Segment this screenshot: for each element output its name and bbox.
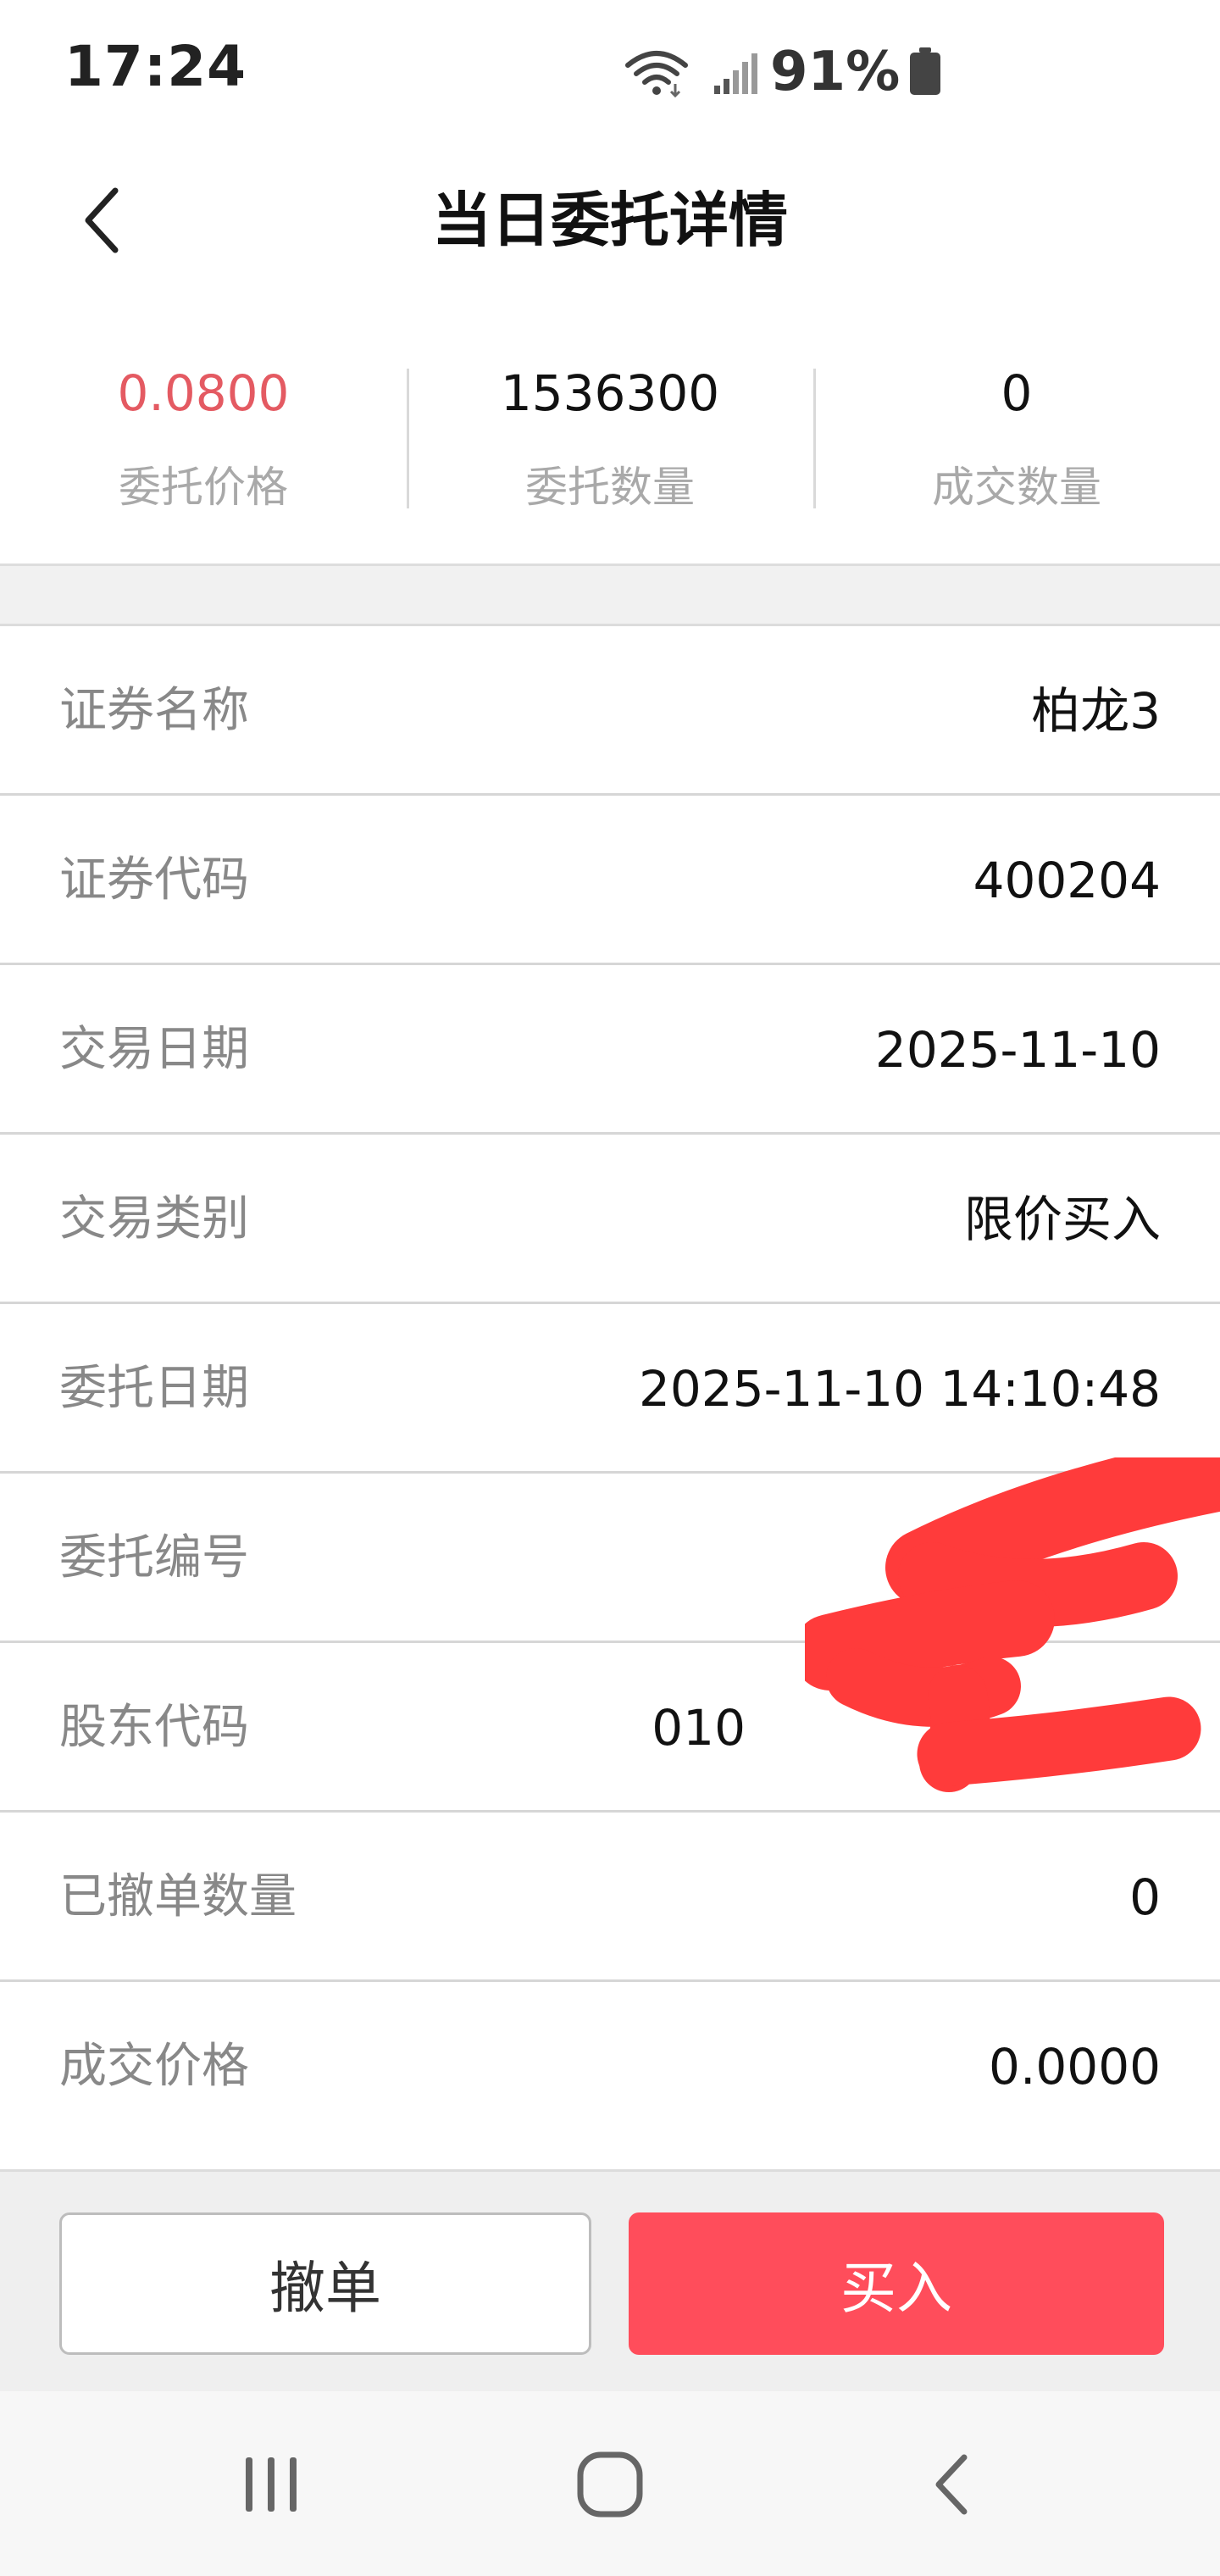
- home-button[interactable]: [551, 2434, 669, 2535]
- detail-label: 股东代码: [59, 1700, 249, 1755]
- cancel-order-button[interactable]: 撤单: [59, 2212, 591, 2355]
- home-icon: [577, 2451, 643, 2518]
- detail-value: 400204: [973, 852, 1161, 909]
- summary-order-price: 0.0800 委托价格: [0, 292, 407, 564]
- summary-filled-quantity: 0 成交数量: [813, 292, 1220, 564]
- detail-value: 010: [652, 1699, 746, 1757]
- system-nav-bar: [0, 2391, 1220, 2576]
- nav-bar: 当日委托详情: [0, 144, 1220, 292]
- buy-button[interactable]: 买入: [629, 2212, 1164, 2355]
- detail-label: 交易日期: [59, 1022, 249, 1077]
- system-back-button[interactable]: [893, 2434, 1012, 2535]
- detail-value: 0: [1129, 1868, 1161, 1926]
- section-divider: [0, 566, 1220, 626]
- status-time: 17:24: [64, 34, 247, 99]
- detail-value: 限价买入: [963, 1191, 1161, 1248]
- summary-value: 0: [1001, 364, 1033, 422]
- detail-list: 证券名称 柏龙3 证券代码 400204 交易日期 2025-11-10 交易类…: [0, 626, 1220, 2151]
- recents-icon: [246, 2457, 297, 2512]
- detail-value: 柏龙3: [1031, 682, 1161, 740]
- detail-label: 证券代码: [59, 852, 249, 908]
- summary-label: 成交数量: [932, 463, 1101, 512]
- detail-row-trade-type: 交易类别 限价买入: [0, 1135, 1220, 1304]
- detail-label: 委托日期: [59, 1361, 249, 1416]
- detail-label: 委托编号: [59, 1530, 249, 1585]
- summary-label: 委托价格: [119, 463, 288, 512]
- detail-row-cancelled-quantity: 已撤单数量 0: [0, 1813, 1220, 1982]
- summary-value: 0.0800: [117, 364, 290, 422]
- status-bar: 17:24 91%: [0, 0, 1220, 144]
- detail-row-order-datetime: 委托日期 2025-11-10 14:10:48: [0, 1304, 1220, 1474]
- summary-value: 1536300: [500, 364, 720, 422]
- battery-icon: [910, 47, 941, 95]
- detail-row-fill-price: 成交价格 0.0000: [0, 1982, 1220, 2151]
- detail-label: 交易类别: [59, 1191, 249, 1246]
- detail-row-trade-date: 交易日期 2025-11-10: [0, 965, 1220, 1135]
- battery-percent: 91%: [770, 41, 901, 103]
- detail-label: 成交价格: [59, 2039, 249, 2094]
- detail-row-order-number: 委托编号: [0, 1474, 1220, 1643]
- system-back-icon: [935, 2454, 968, 2515]
- summary-label: 委托数量: [525, 463, 695, 512]
- detail-value: 0.0000: [989, 2038, 1161, 2096]
- status-indicators: 91%: [623, 34, 942, 110]
- summary-order-quantity: 1536300 委托数量: [407, 292, 813, 564]
- detail-value: 2025-11-10: [874, 1021, 1161, 1079]
- detail-label: 证券名称: [59, 683, 249, 738]
- detail-row-security-code: 证券代码 400204: [0, 796, 1220, 965]
- detail-value: 2025-11-10 14:10:48: [639, 1360, 1161, 1418]
- order-summary: 0.0800 委托价格 1536300 委托数量 0 成交数量: [0, 292, 1220, 566]
- detail-label: 已撤单数量: [59, 1869, 297, 1924]
- signal-icon: [714, 53, 757, 94]
- recents-button[interactable]: [212, 2434, 330, 2535]
- detail-row-shareholder-code: 股东代码 010: [0, 1643, 1220, 1813]
- page-title: 当日委托详情: [432, 186, 788, 255]
- action-bar: 撤单 买入: [0, 2169, 1220, 2391]
- detail-row-security-name: 证券名称 柏龙3: [0, 626, 1220, 796]
- wifi-icon: [625, 51, 688, 97]
